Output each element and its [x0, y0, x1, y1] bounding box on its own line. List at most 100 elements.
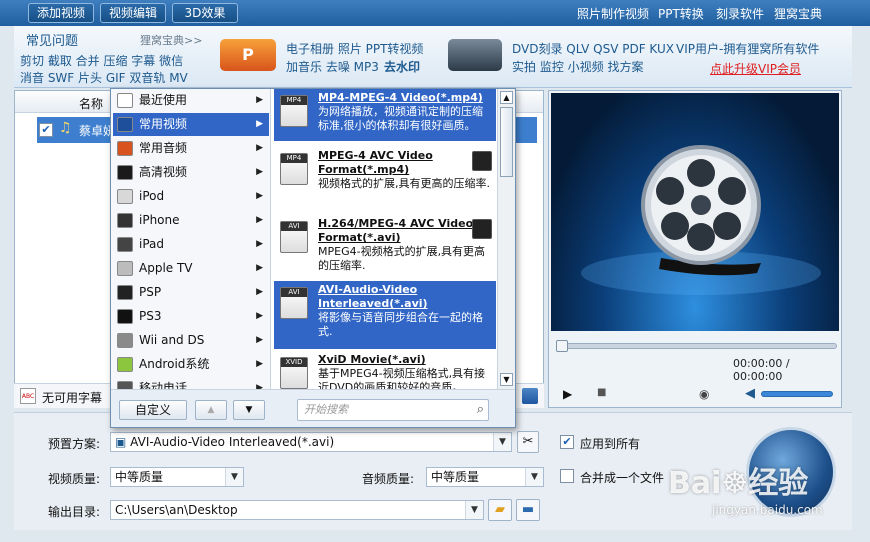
watermark-url: jingyan.baidu.com: [712, 503, 823, 517]
search-input[interactable]: 开始搜索 ⌕: [297, 399, 489, 421]
custom-button[interactable]: 自定义: [119, 400, 187, 420]
subtitle-edit-icon[interactable]: [522, 388, 538, 404]
camera-icon[interactable]: ◉: [699, 387, 709, 401]
film-small-icon: ▣: [115, 435, 127, 449]
category-item[interactable]: PSP ▶: [113, 281, 269, 304]
scroll-down-icon[interactable]: ▼: [500, 373, 513, 386]
search-placeholder: 开始搜索: [304, 403, 348, 416]
ps3-icon: [117, 309, 133, 324]
file-checkbox[interactable]: ✔: [39, 123, 53, 137]
format-list: MP4 MP4-MPEG-4 Video(*.mp4) 为网络播放，视频通讯定制的压…: [272, 89, 496, 389]
category-item[interactable]: 最近使用 ▶: [113, 89, 269, 112]
volume-slider[interactable]: [761, 391, 833, 397]
format-scrollbar[interactable]: ▲ ▼: [497, 89, 515, 389]
scroll-up-icon[interactable]: ▲: [500, 91, 513, 104]
audio-quality-select[interactable]: 中等质量 ▼: [426, 467, 544, 487]
settings-wrench-icon[interactable]: ✂: [517, 431, 539, 453]
category-item[interactable]: iPad ▶: [113, 233, 269, 256]
music-icon: [117, 141, 133, 156]
category-item[interactable]: 高清视频 ▶: [113, 161, 269, 184]
stop-icon[interactable]: ■: [597, 387, 606, 398]
iphone-icon: [117, 213, 133, 228]
category-item[interactable]: 常用视频 ▶: [113, 113, 269, 136]
format-item[interactable]: AVI H.264/MPEG-4 AVC Video Format(*.avi) M…: [274, 215, 496, 279]
preset-select[interactable]: ▣ AVI-Audio-Video Interleaved(*.avi) ▼: [110, 432, 512, 452]
category-label: 常用音频: [139, 141, 188, 155]
video-quality-label: 视频质量:: [48, 472, 101, 486]
category-label: 高清视频: [139, 165, 188, 179]
watermark-text-2: 经验: [748, 466, 809, 501]
film-reel-icon: [581, 145, 821, 295]
faq-title: 常见问题: [26, 34, 79, 49]
format-item[interactable]: XVID XviD Movie(*.avi) 基于MPEG4-视频压缩格式,具有接近…: [274, 351, 496, 389]
remove-watermark-link[interactable]: 去水印: [384, 58, 420, 75]
faq-row-2[interactable]: 消音 SWF 片头 GIF 双音轨 MV: [20, 69, 188, 86]
seek-slider[interactable]: [556, 340, 837, 352]
format-item[interactable]: AVI AVI-Audio-Video Interleaved(*.avi) 将影像…: [274, 281, 496, 349]
video-file-icon: XVID: [280, 357, 308, 389]
scroll-thumb[interactable]: [500, 107, 513, 177]
dvd-phone-icon[interactable]: [448, 39, 502, 71]
time-display: 00:00:00 / 00:00:00: [733, 357, 790, 383]
move-down-icon[interactable]: ▼: [233, 400, 265, 420]
format-popup-menu: 最近使用 ▶ 常用视频 ▶ 常用音频 ▶ 高清视频 ▶ iPod ▶ iPhone ▶ iPad ▶ App…: [110, 88, 516, 428]
menu-footer: 自定义 ▲ ▼ 开始搜索 ⌕: [111, 389, 515, 427]
video-quality-select[interactable]: 中等质量 ▼: [110, 467, 244, 487]
format-description: 基于MPEG4-视频压缩格式,具有接近DVD的画质和较好的音质。: [318, 367, 486, 389]
faq-row-1[interactable]: 剪切 截取 合并 压缩 字幕 微信: [20, 52, 183, 69]
baidu-watermark: Bai☸经验: [668, 458, 808, 502]
photo-to-video-link[interactable]: 照片制作视频: [577, 5, 649, 22]
category-item[interactable]: Android系统 ▶: [113, 353, 269, 376]
vip-line-1: VIP用户-拥有狸窝所有软件: [676, 42, 820, 56]
3d-effect-button[interactable]: 3D效果: [172, 3, 238, 23]
chevron-right-icon: ▶: [256, 215, 263, 225]
chevron-down-icon[interactable]: ▼: [465, 501, 483, 519]
open-folder-icon[interactable]: ▰: [488, 499, 512, 521]
format-tag: MP4: [281, 96, 307, 105]
format-tag: MP4: [281, 154, 307, 163]
add-video-button[interactable]: 添加视频: [28, 3, 94, 23]
chevron-right-icon: ▶: [256, 263, 263, 273]
subtitle-select[interactable]: 无可用字幕: [42, 389, 102, 406]
nvidia-cuda-icon: [472, 219, 492, 239]
chevron-down-icon[interactable]: ▼: [493, 433, 511, 451]
volume-icon[interactable]: ◀: [745, 386, 755, 401]
ppt-line-1[interactable]: 电子相册 照片 PPT转视频: [286, 40, 423, 57]
chevron-down-icon[interactable]: ▼: [525, 468, 543, 486]
liwo-wiki-link[interactable]: 狸窝宝典: [774, 5, 822, 22]
format-title: AVI-Audio-Video Interleaved(*.avi): [318, 283, 428, 310]
chevron-down-icon[interactable]: ▼: [225, 468, 243, 486]
ppt-film-icon[interactable]: P: [220, 39, 276, 71]
category-item[interactable]: iPhone ▶: [113, 209, 269, 232]
dvd-line-2[interactable]: 实拍 监控 小视频 找方案: [512, 58, 643, 75]
wiki-link[interactable]: 狸窝宝典>>: [140, 32, 202, 48]
ppt-convert-link[interactable]: PPT转换: [658, 5, 704, 22]
video-edit-button[interactable]: 视频编辑: [100, 3, 166, 23]
play-icon[interactable]: ▶: [563, 387, 572, 401]
format-description: 视频格式的扩展,具有更高的压缩率.: [318, 177, 490, 190]
category-item[interactable]: Wii and DS ▶: [113, 329, 269, 352]
move-up-icon[interactable]: ▲: [195, 400, 227, 420]
category-item[interactable]: iPod ▶: [113, 185, 269, 208]
dvd-line-1[interactable]: DVD刻录 QLV QSV PDF KUX: [512, 40, 674, 57]
category-item[interactable]: 常用音频 ▶: [113, 137, 269, 160]
preset-label: 预置方案:: [48, 437, 101, 451]
format-item[interactable]: MP4 MPEG-4 AVC Video Format(*.mp4) 视频格式的扩展…: [274, 147, 496, 211]
category-item[interactable]: Apple TV ▶: [113, 257, 269, 280]
preview-panel: 00:00:00 / 00:00:00 ▶ ■ ◉ ◀: [548, 90, 842, 408]
apply-all-checkbox[interactable]: ✔: [560, 435, 574, 449]
merge-checkbox[interactable]: [560, 469, 574, 483]
seek-handle[interactable]: [556, 340, 568, 352]
name-column-header[interactable]: 名称: [79, 95, 103, 112]
output-path-select[interactable]: C:\Users\an\Desktop ▼: [110, 500, 484, 520]
chevron-right-icon: ▶: [256, 95, 263, 105]
format-item[interactable]: MP4 MP4-MPEG-4 Video(*.mp4) 为网络播放，视频通讯定制的压…: [274, 89, 496, 141]
vip-upgrade-link[interactable]: 点此升级VIP会员: [710, 60, 801, 77]
category-label: PSP: [139, 285, 162, 299]
browse-folder-icon[interactable]: ▬: [516, 499, 540, 521]
format-description: MPEG4-视频格式的扩展,具有更高的压缩率.: [318, 245, 486, 272]
ppt-line-2[interactable]: 加音乐 去噪 MP3: [286, 58, 379, 75]
burn-software-link[interactable]: 刻录软件: [716, 5, 764, 22]
search-icon[interactable]: ⌕: [477, 400, 484, 420]
category-item[interactable]: PS3 ▶: [113, 305, 269, 328]
